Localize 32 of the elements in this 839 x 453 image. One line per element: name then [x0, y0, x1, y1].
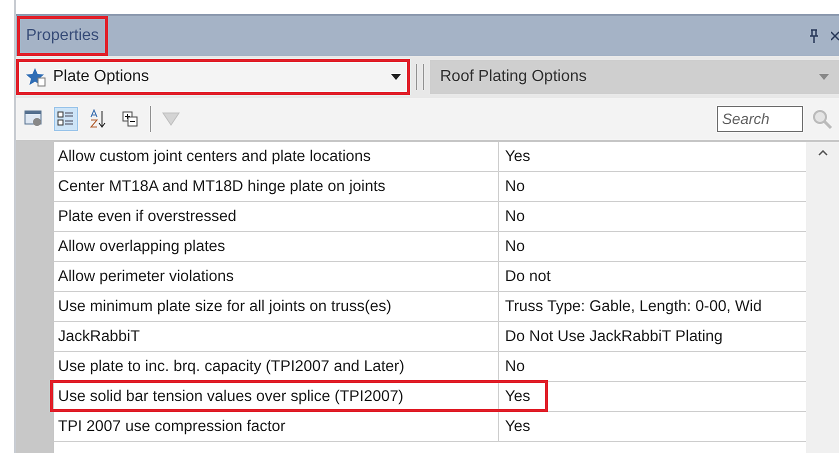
property-value[interactable]: Yes	[499, 142, 806, 171]
property-value[interactable]: No	[499, 172, 806, 201]
property-name: JackRabbiT	[54, 322, 499, 351]
property-name: Use minimum plate size for all joints on truss(es)	[54, 292, 499, 321]
caret-icon	[819, 74, 829, 80]
property-name: Use solid bar tension values over splice (TPI2007)	[54, 382, 499, 411]
panel-title: Properties	[17, 16, 108, 56]
options-dropdown[interactable]: Roof Plating Options	[430, 60, 839, 94]
property-name: Allow perimeter violations	[54, 262, 499, 291]
scroll-up-icon[interactable]	[818, 150, 828, 156]
property-value[interactable]: No	[499, 352, 806, 381]
search-field[interactable]: Search	[717, 106, 803, 132]
property-value[interactable]: Yes	[499, 382, 806, 411]
property-name: Allow custom joint centers and plate locations	[54, 142, 499, 171]
pin-icon[interactable]	[809, 29, 819, 43]
caret-icon	[391, 74, 401, 80]
property-name: Plate even if overstressed	[54, 202, 499, 231]
property-name: Center MT18A and MT18D hinge plate on joints	[54, 172, 499, 201]
property-value[interactable]: Truss Type: Gable, Length: 0-00, Wid	[499, 292, 806, 321]
property-value[interactable]: No	[499, 202, 806, 231]
property-name: Allow overlapping plates	[54, 232, 499, 261]
property-name: Use plate to inc. brq. capacity (TPI2007 and Later)	[54, 352, 499, 381]
object-dropdown[interactable]: Plate Options	[16, 59, 410, 95]
property-value[interactable]: Do not	[499, 262, 806, 291]
close-icon[interactable]	[831, 31, 839, 41]
property-value[interactable]: Yes	[499, 412, 806, 441]
property-value[interactable]: No	[499, 232, 806, 261]
splitter-grip[interactable]	[416, 64, 424, 90]
categorized-button[interactable]	[54, 107, 78, 131]
property-value[interactable]: Do Not Use JackRabbiT Plating	[499, 322, 806, 351]
star-icon	[25, 67, 47, 87]
property-name: TPI 2007 use compression factor	[54, 412, 499, 441]
